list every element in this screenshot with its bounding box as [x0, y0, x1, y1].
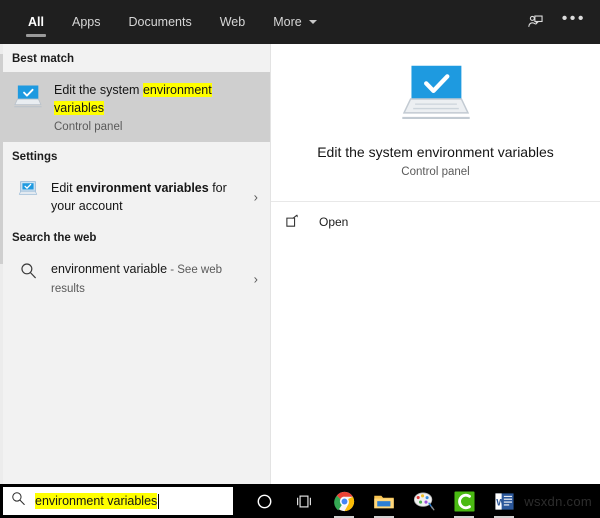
- tab-documents[interactable]: Documents: [114, 0, 205, 44]
- search-results-panel: Best match Edit the system environment v…: [0, 44, 270, 484]
- tab-apps-label: Apps: [71, 15, 101, 29]
- tab-more-label: More: [273, 15, 302, 29]
- taskbar: environment variables W wsxdn.com: [0, 484, 600, 518]
- task-view-icon[interactable]: [284, 484, 324, 518]
- taskbar-search-box[interactable]: environment variables: [2, 486, 235, 516]
- group-header-settings: Settings: [12, 151, 58, 163]
- tab-all[interactable]: All: [14, 0, 58, 44]
- group-header-best-match: Best match: [12, 53, 74, 65]
- result-title: environment variable - See web results: [51, 262, 222, 295]
- result-title-bold: environment variables: [76, 181, 209, 195]
- file-explorer-icon[interactable]: [364, 484, 404, 518]
- preview-action-open[interactable]: Open: [271, 202, 600, 241]
- monitor-check-icon: [12, 80, 44, 112]
- tabbar-actions: •••: [527, 11, 600, 33]
- tab-web[interactable]: Web: [206, 0, 259, 44]
- tab-documents-label: Documents: [128, 15, 192, 29]
- monitor-check-large-icon: [399, 61, 473, 130]
- preview-title: Edit the system environment variables: [317, 144, 554, 160]
- result-item-best-match[interactable]: Edit the system environment variables Co…: [0, 72, 270, 142]
- monitor-check-small-icon: [17, 178, 39, 200]
- word-icon[interactable]: W: [484, 484, 524, 518]
- tab-more[interactable]: More: [259, 0, 330, 44]
- search-input-value[interactable]: environment variables: [35, 493, 158, 509]
- result-title: Edit the system environment variables: [54, 83, 212, 115]
- tab-all-label: All: [28, 15, 44, 29]
- preview-subtitle: Control panel: [401, 166, 470, 178]
- chevron-right-icon: ›: [253, 271, 258, 286]
- result-title-prefix: Edit the system: [54, 83, 143, 97]
- search-filter-tabbar: All Apps Documents Web More •••: [0, 0, 600, 44]
- result-title: Edit environment variables for your acco…: [51, 181, 227, 213]
- result-text-block: environment variable - See web results: [51, 259, 244, 298]
- site-watermark: wsxdn.com: [524, 493, 592, 509]
- cortana-icon[interactable]: [244, 484, 284, 518]
- windows-search-overlay: All Apps Documents Web More ••• Best mat…: [0, 0, 600, 518]
- result-title-prefix: Edit: [51, 181, 77, 195]
- group-header-search-web: Search the web: [12, 232, 97, 244]
- result-item-web-search[interactable]: environment variable - See web results ›: [0, 251, 270, 306]
- camtasia-icon[interactable]: [444, 484, 484, 518]
- chevron-right-icon: ›: [253, 189, 258, 204]
- result-text-block: Edit the system environment variables Co…: [54, 80, 244, 134]
- tab-list: All Apps Documents Web More: [0, 0, 331, 44]
- preview-hero: Edit the system environment variables Co…: [271, 44, 600, 187]
- taskbar-app-buttons: W: [244, 484, 524, 518]
- feedback-person-icon[interactable]: [527, 14, 544, 31]
- search-icon: [17, 259, 39, 281]
- ellipsis-icon[interactable]: •••: [562, 11, 586, 33]
- open-external-icon: [285, 214, 307, 229]
- chevron-down-icon: [308, 20, 317, 24]
- result-item-settings[interactable]: Edit environment variables for your acco…: [0, 170, 270, 223]
- result-subtitle: Control panel: [54, 121, 123, 133]
- preview-pane: Edit the system environment variables Co…: [270, 44, 600, 484]
- tab-web-label: Web: [219, 15, 246, 29]
- chrome-icon[interactable]: [324, 484, 364, 518]
- search-icon: [11, 491, 26, 511]
- paint-icon[interactable]: [404, 484, 444, 518]
- web-query-text: environment variable: [51, 262, 168, 276]
- preview-action-label: Open: [319, 214, 349, 229]
- result-text-block: Edit environment variables for your acco…: [51, 178, 244, 215]
- tab-apps[interactable]: Apps: [58, 0, 115, 44]
- text-caret: [158, 493, 160, 509]
